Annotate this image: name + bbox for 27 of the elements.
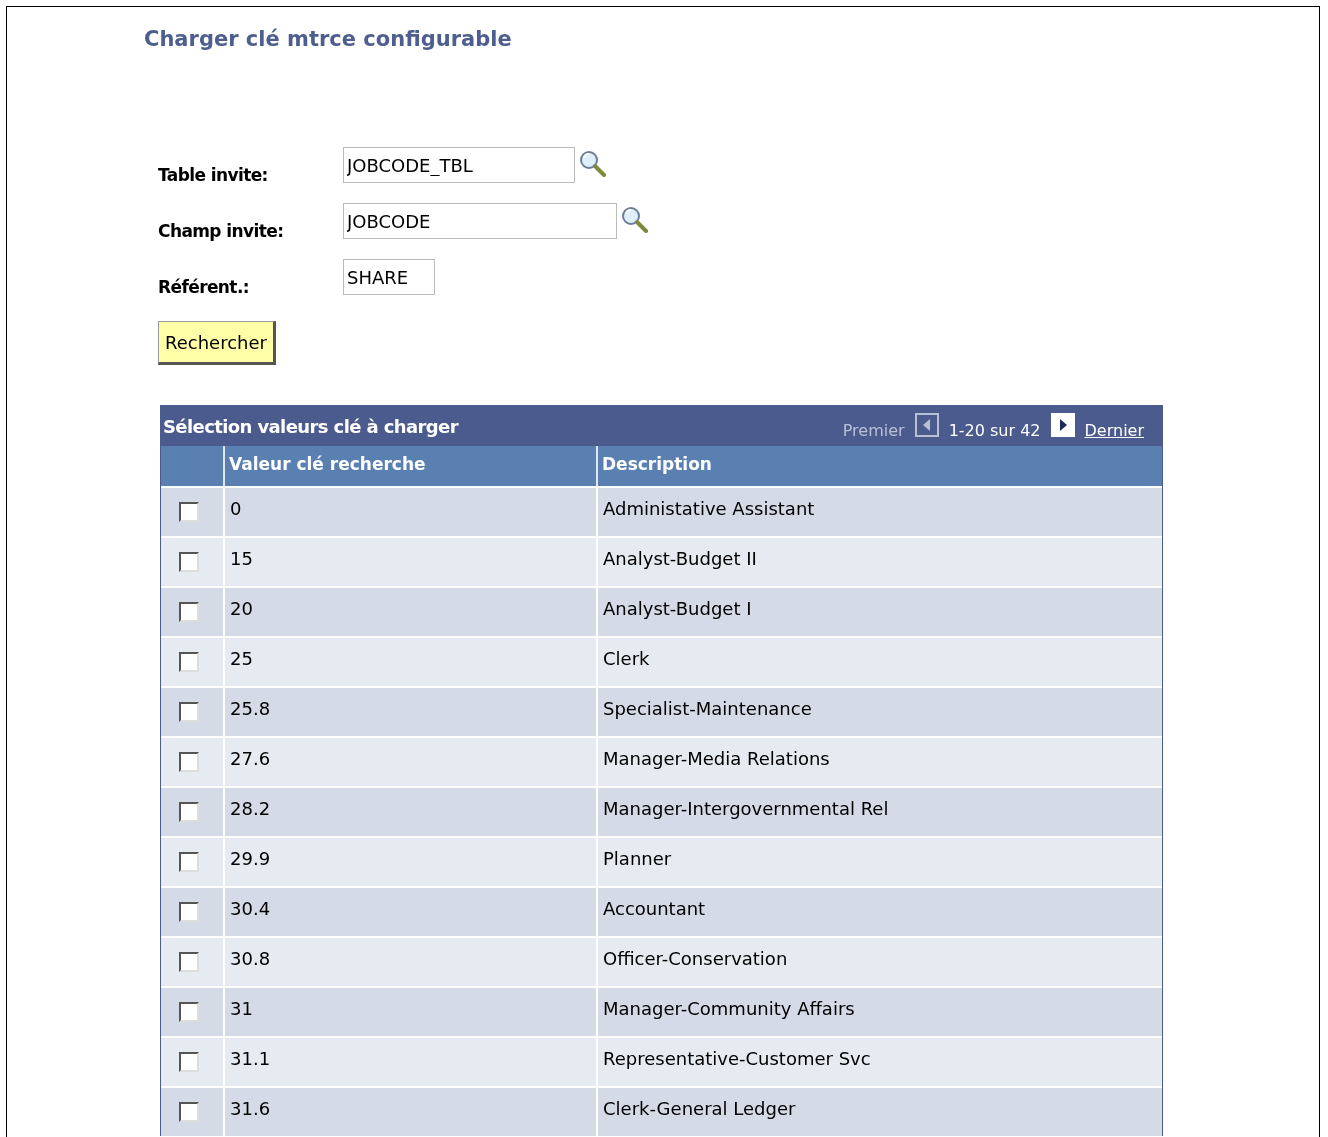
checkbox[interactable]	[179, 1102, 199, 1122]
checkbox[interactable]	[179, 1002, 199, 1022]
checkbox[interactable]	[179, 802, 199, 822]
last-link[interactable]: Dernier	[1084, 420, 1144, 440]
field-label: Champ invite:	[158, 220, 285, 241]
checkbox[interactable]	[179, 1052, 199, 1072]
checkbox[interactable]	[179, 752, 199, 772]
checkbox[interactable]	[179, 902, 199, 922]
search-icon[interactable]	[620, 205, 650, 233]
checkbox[interactable]	[179, 702, 199, 722]
grid-title: Sélection valeurs clé à charger	[163, 415, 458, 437]
table-cell: 31.6	[223, 1088, 596, 1136]
checkbox[interactable]	[179, 552, 199, 572]
checkbox[interactable]	[179, 852, 199, 872]
next-icon[interactable]	[1050, 413, 1075, 437]
table-cell: Clerk-General Ledger	[596, 1088, 1162, 1136]
checkbox[interactable]	[179, 952, 199, 972]
checkbox[interactable]	[179, 652, 199, 672]
checkbox[interactable]	[179, 602, 199, 622]
search-icon[interactable]	[578, 149, 608, 177]
checkbox[interactable]	[179, 502, 199, 522]
search-button[interactable]: Rechercher	[158, 321, 276, 365]
field-label: Table invite:	[158, 164, 269, 185]
page-title: Charger clé mtrce configurable	[144, 27, 512, 51]
input-field[interactable]: SHARE	[343, 259, 435, 295]
page-range: 1-20 sur 42	[948, 420, 1041, 440]
field-label: Référent.:	[158, 276, 250, 297]
